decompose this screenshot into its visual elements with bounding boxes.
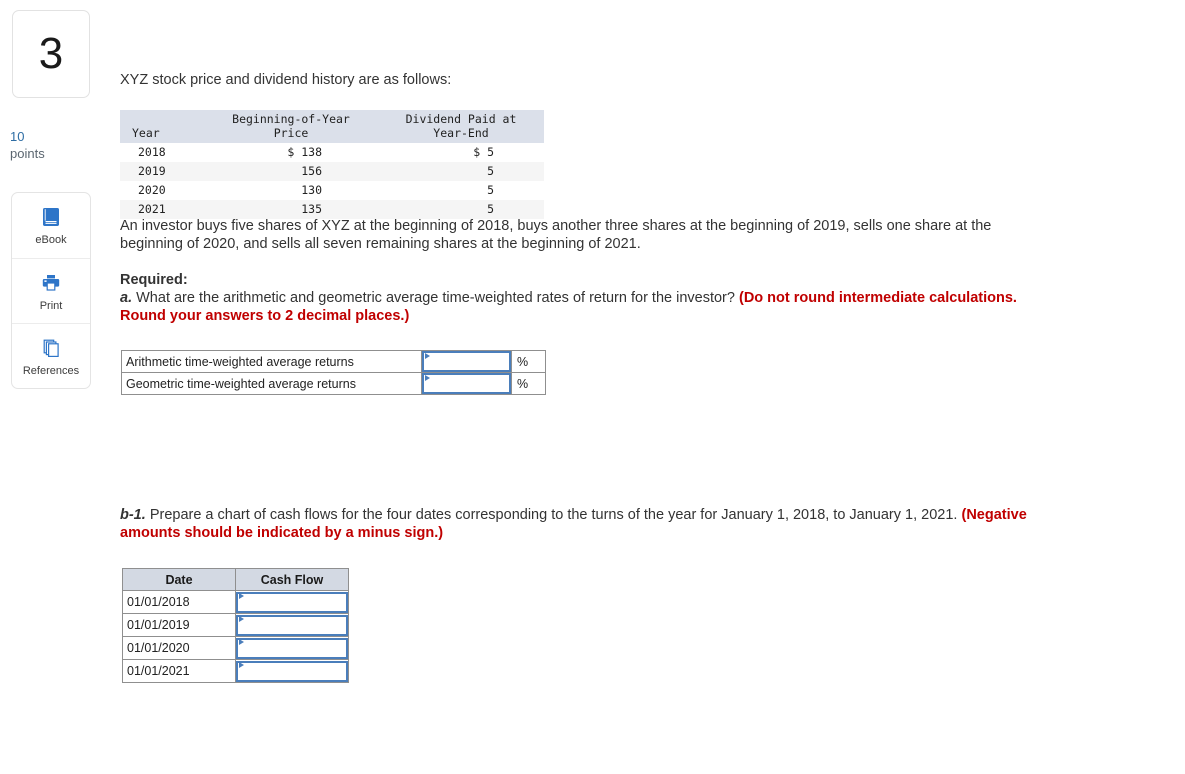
cash-flow-input-2021[interactable]	[236, 660, 348, 682]
cash-flow-input-2020[interactable]	[236, 637, 348, 659]
points-block: 10 points	[10, 128, 100, 162]
cell-price: 130	[301, 183, 322, 197]
stock-price-dividend-table: Year Beginning-of-Year Price Dividend Pa…	[120, 110, 544, 219]
cell-dividend: 5	[487, 183, 494, 197]
table-row: Geometric time-weighted average returns …	[121, 372, 546, 395]
header-year: Year	[120, 110, 204, 143]
required-title: Required:	[120, 272, 188, 288]
question-content: XYZ stock price and dividend history are…	[119, 0, 1179, 774]
references-button[interactable]: References	[12, 323, 90, 388]
header-beginning-of-year-price: Beginning-of-Year Price	[204, 110, 378, 143]
part-b1-prompt: b-1. Prepare a chart of cash flows for t…	[120, 506, 1060, 542]
geometric-returns-label: Geometric time-weighted average returns	[121, 372, 422, 395]
cash-flow-input-2019[interactable]	[236, 614, 348, 636]
required-block: Required: a. What are the arithmetic and…	[120, 271, 1020, 325]
geometric-returns-input-cell[interactable]	[421, 372, 512, 395]
cell-date: 01/01/2019	[122, 613, 236, 637]
cell-dividend: $ 5	[473, 145, 494, 159]
cash-flow-input-cell[interactable]	[235, 659, 349, 683]
references-label: References	[22, 364, 80, 377]
cash-flow-input-2018[interactable]	[236, 591, 348, 613]
table-row: 01/01/2019	[122, 613, 349, 637]
points-value: 10	[10, 129, 25, 144]
header-cash-flow: Cash Flow	[235, 568, 349, 591]
print-icon	[40, 271, 62, 295]
geometric-returns-unit: %	[511, 372, 546, 395]
table-row: 2019 156 5	[120, 162, 544, 181]
question-number-box: 3	[12, 10, 90, 98]
cell-year: 2020	[138, 183, 166, 197]
arithmetic-returns-unit: %	[511, 350, 546, 373]
cell-date: 01/01/2018	[122, 590, 236, 614]
cell-year: 2018	[138, 145, 166, 159]
arithmetic-returns-input[interactable]	[422, 351, 511, 372]
part-b1-text: Prepare a chart of cash flows for the fo…	[149, 507, 958, 523]
table-header-row: Date Cash Flow	[122, 568, 349, 591]
table-row: 2018 $ 138 $ 5	[120, 143, 544, 162]
arithmetic-returns-label: Arithmetic time-weighted average returns	[121, 350, 422, 373]
table-row: 2020 130 5	[120, 181, 544, 200]
cell-price: $ 138	[287, 145, 322, 159]
points-label: points	[10, 146, 45, 161]
part-a-answer-table: Arithmetic time-weighted average returns…	[121, 350, 546, 395]
table-row: 01/01/2020	[122, 636, 349, 660]
part-b1-letter: b-1.	[120, 507, 146, 523]
header-dividend-paid-at-year-end: Dividend Paid at Year-End	[378, 110, 544, 143]
cell-dividend: 5	[487, 164, 494, 178]
part-a-prompt: a. What are the arithmetic and geometric…	[120, 289, 1020, 325]
ebook-label: eBook	[35, 234, 67, 246]
cell-price: 156	[301, 164, 322, 178]
part-a-text: What are the arithmetic and geometric av…	[136, 290, 735, 306]
cell-date: 01/01/2021	[122, 659, 236, 683]
table-row: Arithmetic time-weighted average returns…	[121, 350, 546, 373]
scenario-paragraph: An investor buys five shares of XYZ at t…	[120, 218, 992, 252]
cell-date: 01/01/2020	[122, 636, 236, 660]
question-left-rail: 3 10 points eBook Print References	[0, 0, 110, 774]
intro-text: XYZ stock price and dividend history are…	[120, 72, 452, 88]
tool-panel: eBook Print References	[11, 192, 91, 389]
part-a-letter: a.	[120, 290, 133, 306]
references-icon	[40, 336, 62, 360]
ebook-button[interactable]: eBook	[12, 193, 90, 258]
ebook-icon	[40, 205, 62, 229]
arithmetic-returns-input-cell[interactable]	[421, 350, 512, 373]
header-date: Date	[122, 568, 236, 591]
table-row: 01/01/2018	[122, 590, 349, 614]
cash-flow-input-cell[interactable]	[235, 590, 349, 614]
print-label: Print	[39, 299, 63, 312]
question-number: 3	[38, 29, 64, 78]
geometric-returns-input[interactable]	[422, 373, 511, 394]
print-button[interactable]: Print	[12, 258, 90, 323]
cash-flow-input-cell[interactable]	[235, 613, 349, 637]
table-row: 01/01/2021	[122, 659, 349, 683]
cell-year: 2019	[138, 164, 166, 178]
table-header-row: Year Beginning-of-Year Price Dividend Pa…	[120, 110, 544, 143]
cash-flow-table: Date Cash Flow 01/01/2018 01/01/2019 01/…	[122, 568, 349, 683]
cash-flow-input-cell[interactable]	[235, 636, 349, 660]
